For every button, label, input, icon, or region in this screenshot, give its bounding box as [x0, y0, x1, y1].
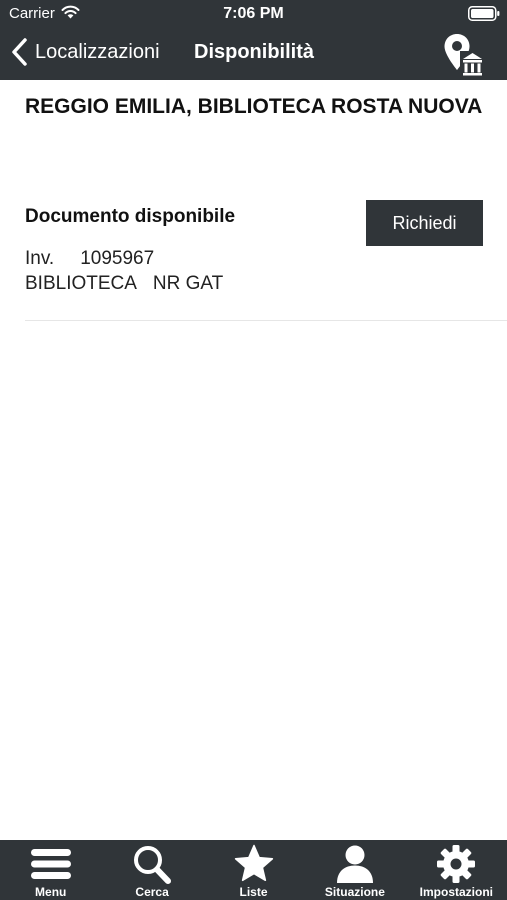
tab-label: Cerca [135, 885, 169, 899]
location-line: BIBLIOTECA NR GAT [25, 272, 223, 296]
hamburger-menu-icon [30, 849, 71, 879]
search-icon [134, 846, 172, 884]
map-library-button[interactable] [441, 33, 487, 77]
collocation-code: NR GAT [152, 273, 224, 294]
divider [25, 320, 507, 321]
navigation-bar: Localizzazioni Disponibilità [0, 28, 507, 80]
top-bar: Carrier 7:06 PM Localizzazioni Disponibi… [0, 0, 507, 80]
tab-bar: Menu Cerca Liste Situazione Impostazioni [0, 840, 507, 900]
tab-label: Liste [239, 885, 268, 899]
page-title: Disponibilità [194, 41, 314, 63]
tab-search[interactable]: Cerca [101, 840, 202, 900]
availability-detail: REGGIO EMILIA, BIBLIOTECA ROSTA NUOVA Do… [0, 80, 507, 840]
tab-lists[interactable]: Liste [203, 840, 304, 900]
tab-settings[interactable]: Impostazioni [406, 840, 507, 900]
tab-menu[interactable]: Menu [0, 840, 101, 900]
tab-label: Impostazioni [419, 885, 493, 899]
star-icon [234, 844, 273, 882]
availability-status: Documento disponibile [25, 206, 236, 227]
inventory-label: Inv. [25, 248, 55, 269]
battery-icon [468, 6, 500, 21]
request-button[interactable]: Richiedi [366, 200, 483, 246]
status-bar: Carrier 7:06 PM [0, 0, 507, 28]
tab-label: Menu [35, 885, 67, 899]
map-pin-library-icon [444, 34, 485, 76]
chevron-left-icon [12, 38, 27, 66]
section-label: BIBLIOTECA [25, 273, 137, 294]
back-button-label: Localizzazioni [35, 41, 160, 63]
gear-icon [437, 845, 476, 883]
library-name: REGGIO EMILIA, BIBLIOTECA ROSTA NUOVA [25, 95, 483, 118]
tab-label: Situazione [324, 885, 385, 899]
inventory-line: Inv. 1095967 [25, 247, 154, 271]
user-icon [336, 845, 373, 883]
status-time: 7:06 PM [223, 5, 284, 22]
tab-account-status[interactable]: Situazione [304, 840, 405, 900]
inventory-number: 1095967 [80, 248, 155, 269]
back-button[interactable]: Localizzazioni [10, 36, 160, 68]
